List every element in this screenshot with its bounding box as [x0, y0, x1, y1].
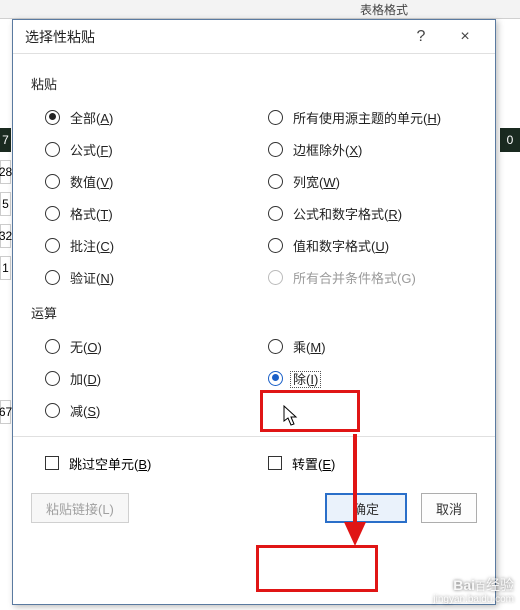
bg-cell: 67: [0, 400, 11, 424]
radio-col-width[interactable]: 列宽(W): [254, 165, 477, 197]
radio-merge-cond-format: 所有合并条件格式(G): [254, 261, 477, 293]
radio-subtract[interactable]: 减(S): [31, 394, 254, 426]
bg-cell: 32: [0, 224, 11, 248]
radio-comments[interactable]: 批注(C): [31, 229, 254, 261]
dialog-title: 选择性粘贴: [25, 27, 399, 47]
radio-icon: [45, 174, 60, 189]
close-button[interactable]: ×: [443, 22, 487, 52]
checkbox-icon: [268, 456, 282, 470]
radio-values[interactable]: 数值(V): [31, 165, 254, 197]
radio-icon: [45, 403, 60, 418]
radio-formula-num-format[interactable]: 公式和数字格式(R): [254, 197, 477, 229]
paste-special-dialog: 选择性粘贴 ? × 粘贴 全部(A) 公式(F) 数值(V): [12, 19, 496, 605]
checkbox-icon: [45, 456, 59, 470]
titlebar: 选择性粘贴 ? ×: [13, 20, 495, 54]
radio-icon: [45, 110, 60, 125]
bg-cell: 7: [0, 128, 11, 152]
radio-icon: [45, 371, 60, 386]
radio-formulas[interactable]: 公式(F): [31, 133, 254, 165]
radio-add[interactable]: 加(D): [31, 362, 254, 394]
radio-value-num-format[interactable]: 值和数字格式(U): [254, 229, 477, 261]
radio-except-border[interactable]: 边框除外(X): [254, 133, 477, 165]
radio-divide[interactable]: 除(I): [254, 362, 477, 394]
radio-icon: [268, 174, 283, 189]
section-operation-label: 运算: [31, 303, 477, 322]
bg-cell: 0: [500, 128, 520, 152]
radio-icon: [268, 270, 283, 285]
bg-cell: 1: [0, 256, 11, 280]
button-row: 粘贴链接(L) 确定 取消: [31, 493, 477, 523]
radio-icon: [45, 270, 60, 285]
operation-options: 无(O) 加(D) 减(S) 乘(M) 除(I): [31, 330, 477, 426]
paste-link-button: 粘贴链接(L): [31, 493, 129, 523]
radio-icon: [268, 371, 283, 386]
separator: [13, 436, 495, 437]
ok-button[interactable]: 确定: [325, 493, 407, 523]
radio-icon: [268, 142, 283, 157]
checkbox-skip-blanks[interactable]: 跳过空单元(B): [31, 447, 254, 479]
help-button[interactable]: ?: [399, 22, 443, 52]
ribbon-group-label: 表格格式: [360, 1, 408, 18]
checkbox-transpose[interactable]: 转置(E): [254, 447, 477, 479]
checkbox-row: 跳过空单元(B) 转置(E): [31, 447, 477, 479]
radio-icon: [268, 206, 283, 221]
radio-none[interactable]: 无(O): [31, 330, 254, 362]
radio-icon: [45, 206, 60, 221]
paste-options: 全部(A) 公式(F) 数值(V) 格式(T) 批注(C): [31, 101, 477, 293]
radio-all[interactable]: 全部(A): [31, 101, 254, 133]
radio-icon: [268, 238, 283, 253]
section-paste-label: 粘贴: [31, 74, 477, 93]
cancel-button[interactable]: 取消: [421, 493, 477, 523]
radio-multiply[interactable]: 乘(M): [254, 330, 477, 362]
radio-formats[interactable]: 格式(T): [31, 197, 254, 229]
radio-icon: [45, 339, 60, 354]
bg-cell: 5: [0, 192, 11, 216]
radio-icon: [45, 142, 60, 157]
radio-icon: [268, 110, 283, 125]
radio-icon: [268, 339, 283, 354]
radio-source-theme[interactable]: 所有使用源主题的单元(H): [254, 101, 477, 133]
radio-icon: [45, 238, 60, 253]
bg-cell: 28: [0, 160, 11, 184]
radio-validation[interactable]: 验证(N): [31, 261, 254, 293]
